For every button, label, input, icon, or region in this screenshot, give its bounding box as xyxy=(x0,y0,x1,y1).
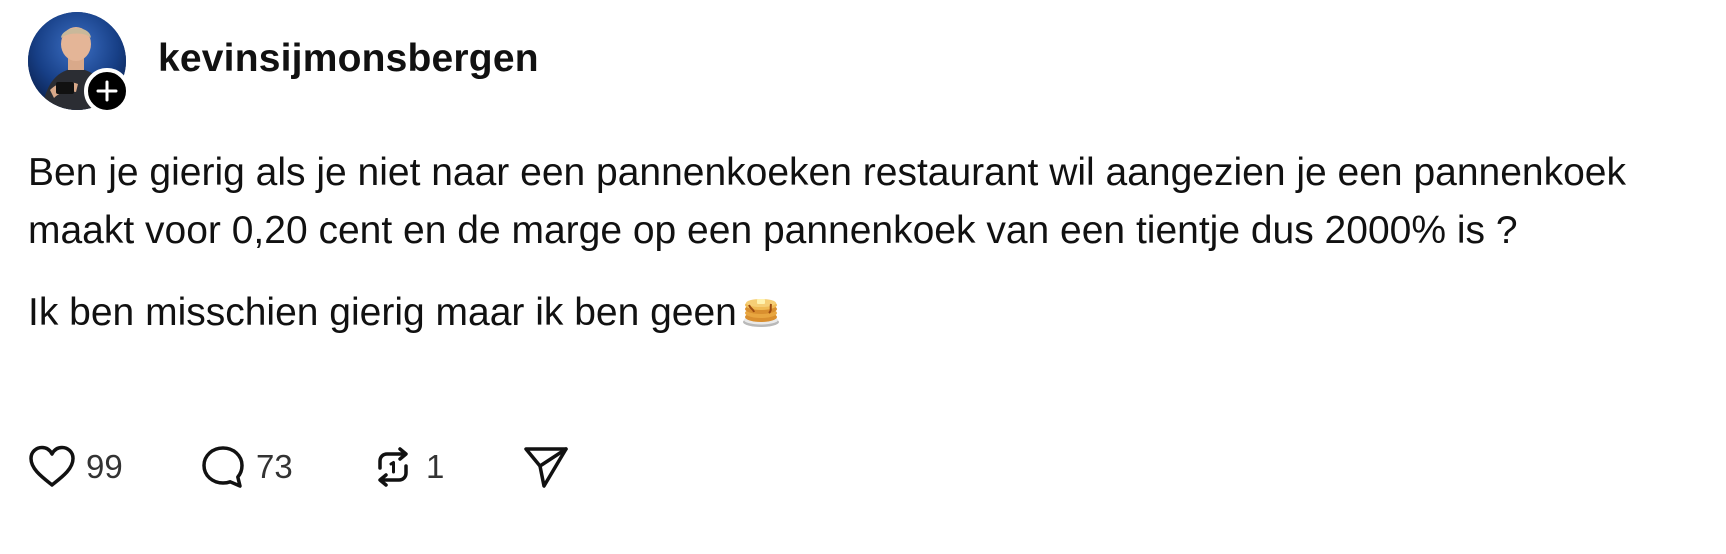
plus-icon xyxy=(96,80,118,102)
thread-post: kevinsijmonsbergen Ben je gierig als je … xyxy=(0,0,1726,554)
follow-button[interactable] xyxy=(84,68,130,114)
pancakes-emoji-icon xyxy=(741,290,781,348)
post-body: Ben je gierig als je niet naar een panne… xyxy=(28,144,1718,348)
share-button[interactable] xyxy=(522,444,570,490)
post-header: kevinsijmonsbergen xyxy=(28,12,539,114)
post-paragraph-1: Ben je gierig als je niet naar een panne… xyxy=(28,151,1626,252)
repost-icon xyxy=(370,444,416,490)
reply-count: 73 xyxy=(256,448,293,485)
reply-button[interactable]: 73 xyxy=(200,444,370,490)
heart-icon xyxy=(28,445,76,489)
username[interactable]: kevinsijmonsbergen xyxy=(158,37,539,81)
send-icon xyxy=(522,444,570,490)
like-button[interactable]: 99 xyxy=(28,445,200,489)
post-actions: 99 73 1 xyxy=(28,444,570,490)
post-paragraph-2-text: Ik ben misschien gierig maar ik ben geen xyxy=(28,291,737,334)
like-count: 99 xyxy=(86,448,123,485)
avatar-container[interactable] xyxy=(28,12,130,114)
comment-icon xyxy=(200,444,246,490)
repost-count: 1 xyxy=(426,448,445,485)
repost-button[interactable]: 1 xyxy=(370,444,522,490)
post-paragraph-2: Ik ben misschien gierig maar ik ben geen xyxy=(28,284,1718,348)
